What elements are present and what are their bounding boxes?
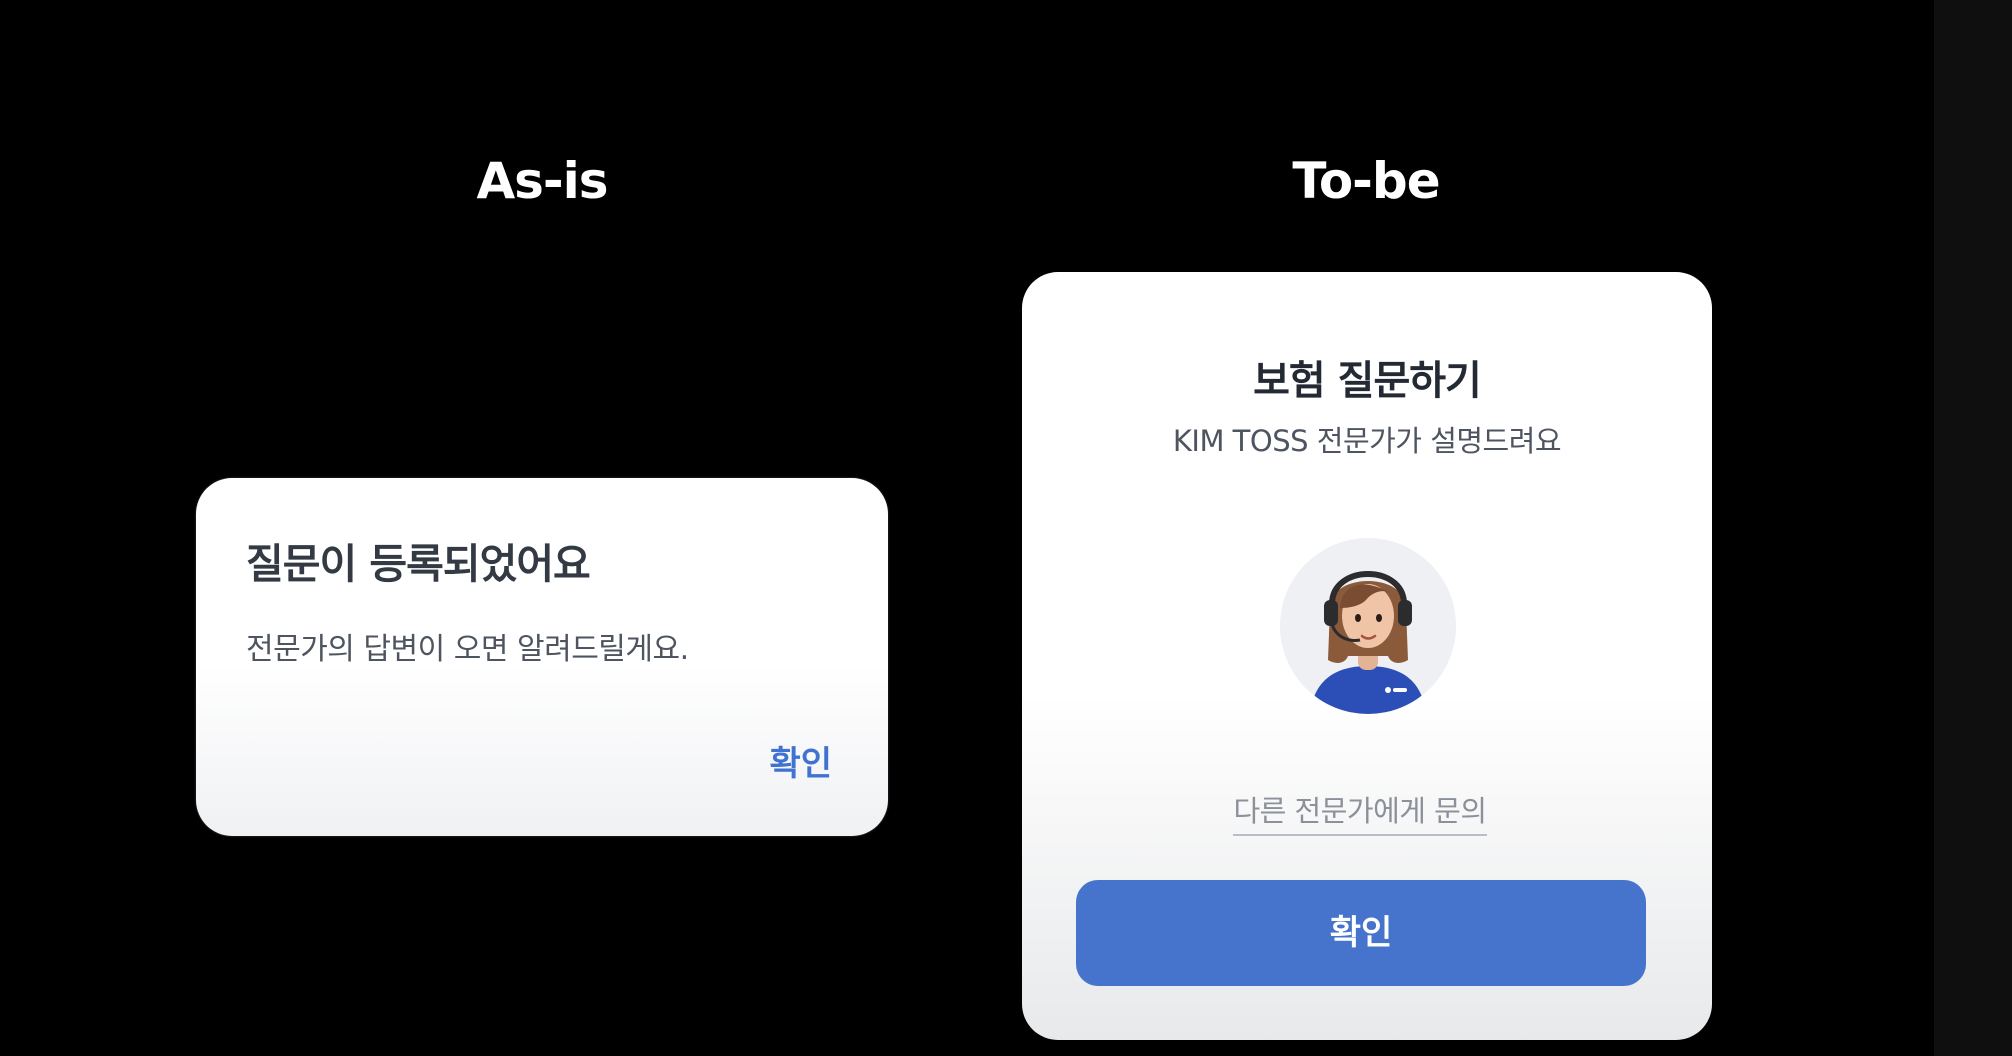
dialog-subtitle: KIM TOSS 전문가가 설명드려요 [1172,424,1562,458]
confirm-button[interactable]: 확인 [1076,880,1646,986]
other-expert-link-row: 다른 전문가에게 문의 [1022,788,1698,836]
as-is-heading: As-is [476,152,608,210]
dialog-title: 질문이 등록되었어요 [246,540,591,588]
to-be-heading: To-be [1292,152,1440,210]
dialog-title: 보험 질문하기 [1253,358,1482,404]
confirm-button[interactable]: 확인 [769,736,832,785]
as-is-dialog: 질문이 등록되었어요 전문가의 답변이 오면 알려드릴게요. 확인 [196,478,888,836]
presentation-slide: As-is To-be 질문이 등록되었어요 전문가의 답변이 오면 알려드릴게… [0,0,2012,1056]
expert-avatar-icon [1280,538,1456,714]
other-expert-link[interactable]: 다른 전문가에게 문의 [1233,788,1487,836]
side-strip [1934,0,2012,1056]
dialog-message: 전문가의 답변이 오면 알려드릴게요. [246,632,689,667]
to-be-dialog: 보험 질문하기 KIM TOSS 전문가가 설명드려요 다른 전문가에게 문의 … [1022,272,1712,1040]
